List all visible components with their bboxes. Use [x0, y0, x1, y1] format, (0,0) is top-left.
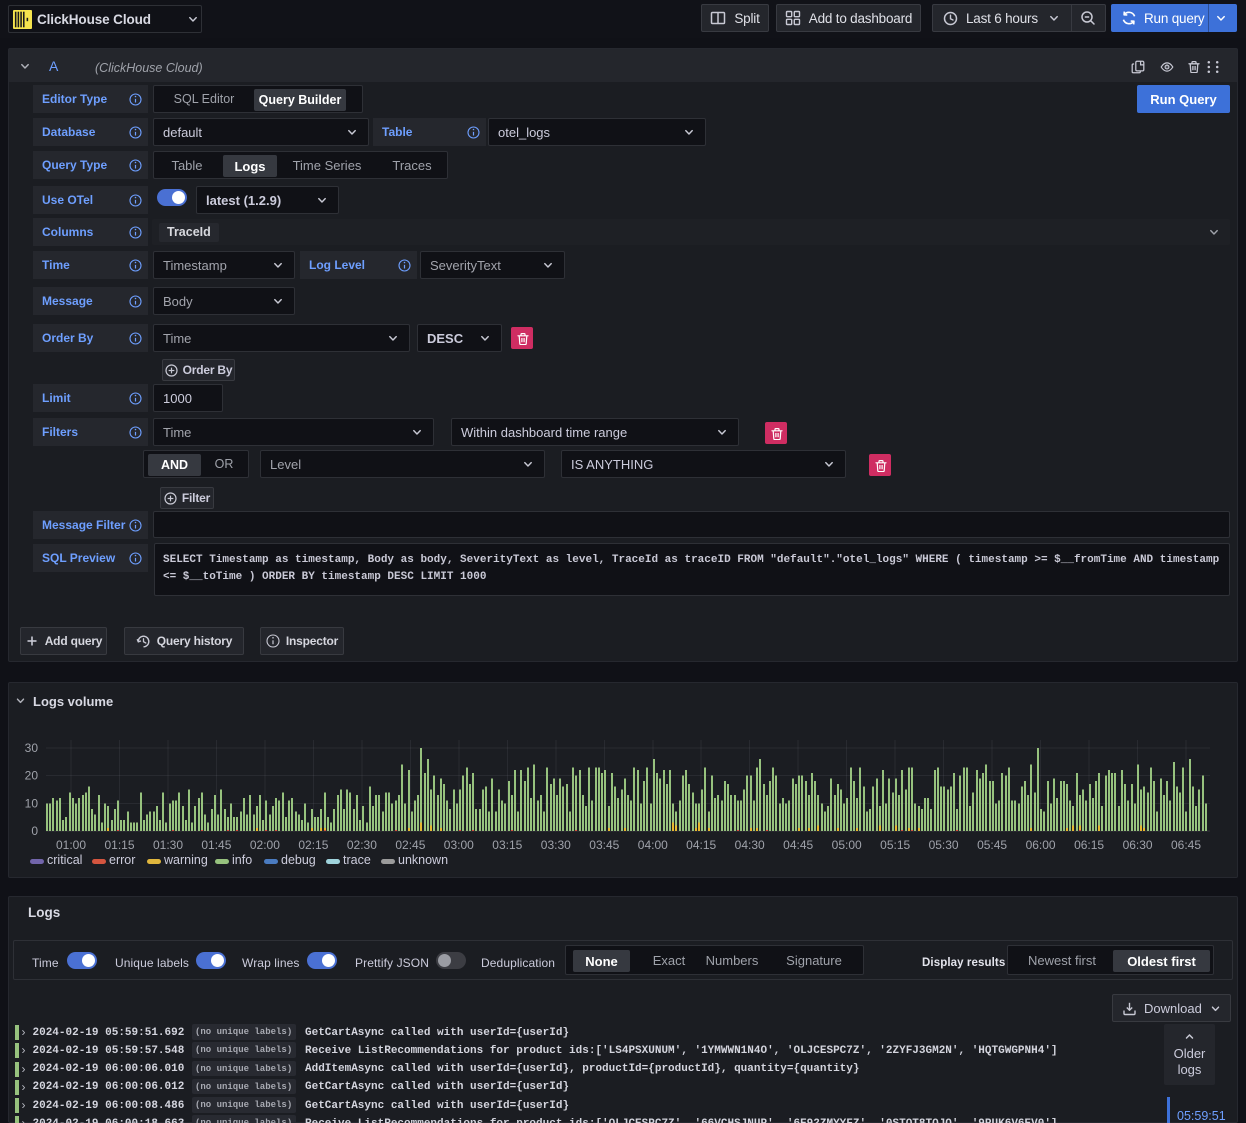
svg-text:0: 0 [31, 824, 38, 838]
svg-text:02:00: 02:00 [250, 838, 280, 852]
svg-text:02:15: 02:15 [298, 838, 328, 852]
svg-text:04:15: 04:15 [686, 838, 716, 852]
svg-text:06:15: 06:15 [1074, 838, 1104, 852]
svg-text:04:30: 04:30 [735, 838, 765, 852]
svg-text:04:00: 04:00 [638, 838, 668, 852]
svg-text:03:30: 03:30 [541, 838, 571, 852]
svg-text:03:45: 03:45 [589, 838, 619, 852]
svg-text:01:00: 01:00 [56, 838, 86, 852]
svg-text:06:00: 06:00 [1026, 838, 1056, 852]
svg-text:06:30: 06:30 [1123, 838, 1153, 852]
svg-text:05:15: 05:15 [880, 838, 910, 852]
svg-text:02:45: 02:45 [395, 838, 425, 852]
svg-text:01:45: 01:45 [201, 838, 231, 852]
svg-text:03:15: 03:15 [492, 838, 522, 852]
svg-text:05:00: 05:00 [832, 838, 862, 852]
svg-text:02:30: 02:30 [347, 838, 377, 852]
svg-text:01:30: 01:30 [153, 838, 183, 852]
svg-text:04:45: 04:45 [783, 838, 813, 852]
svg-text:20: 20 [25, 769, 39, 783]
svg-text:10: 10 [25, 796, 39, 810]
svg-text:03:00: 03:00 [444, 838, 474, 852]
svg-text:05:30: 05:30 [929, 838, 959, 852]
svg-text:30: 30 [25, 741, 39, 755]
svg-text:05:45: 05:45 [977, 838, 1007, 852]
svg-text:01:15: 01:15 [104, 838, 134, 852]
svg-text:06:45: 06:45 [1171, 838, 1201, 852]
